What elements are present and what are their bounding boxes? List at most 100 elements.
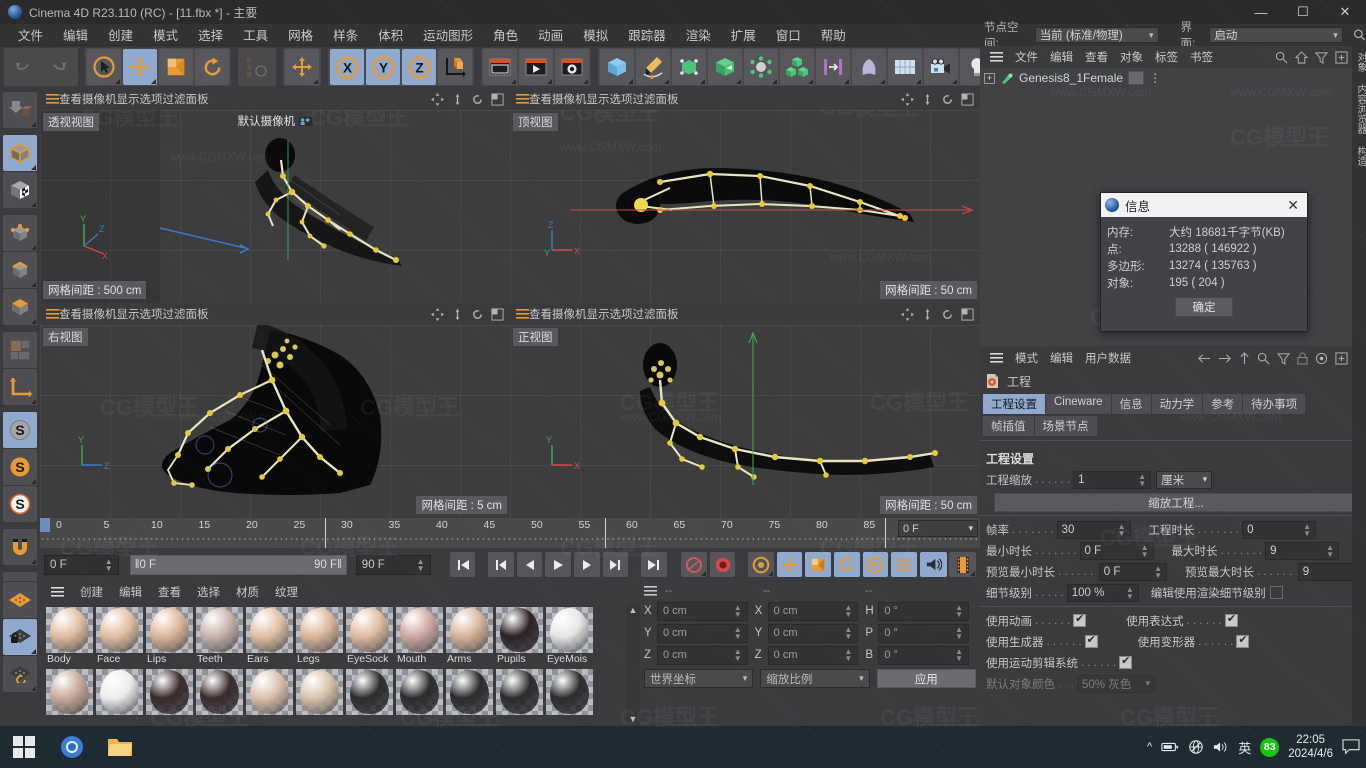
vp-menu-display[interactable]: 显示 xyxy=(587,91,610,107)
add-icon[interactable] xyxy=(1335,351,1348,365)
menu-item-1[interactable]: 编辑 xyxy=(53,23,98,46)
coord-value-field[interactable]: 0 cm ▲ ▼ xyxy=(767,645,859,665)
maximize-viewport-icon[interactable] xyxy=(491,307,504,321)
minimize-button[interactable]: — xyxy=(1240,0,1282,24)
nurbs-button[interactable] xyxy=(852,49,886,85)
render-settings-button[interactable] xyxy=(555,49,589,85)
menu-item-14[interactable]: 渲染 xyxy=(676,23,721,46)
pan-icon[interactable] xyxy=(431,307,444,321)
menu-item-12[interactable]: 模拟 xyxy=(573,23,618,46)
polygon-mode-button[interactable] xyxy=(3,289,37,325)
material-item[interactable]: Mouth xyxy=(396,607,443,666)
material-menu-5[interactable]: 纹理 xyxy=(268,583,305,601)
next-key-button[interactable] xyxy=(602,552,629,577)
tray-expand-icon[interactable]: ^ xyxy=(1147,741,1152,753)
coordinate-system-button[interactable] xyxy=(285,49,319,85)
psr-lock-button[interactable]: PSR xyxy=(240,49,274,85)
battery-percent-badge[interactable]: 83 xyxy=(1260,737,1280,757)
viewport-top-canvas[interactable]: Z X Y 顶视图 网格间距 : 50 cm xyxy=(510,110,980,303)
material-lock-icon[interactable] xyxy=(3,619,37,655)
hamburger-icon[interactable] xyxy=(984,51,1009,63)
menu-item-13[interactable]: 跟踪器 xyxy=(618,23,676,46)
battery-icon[interactable] xyxy=(1161,740,1179,754)
notifications-icon[interactable] xyxy=(1342,739,1360,755)
material-item[interactable]: EyeMois xyxy=(546,607,593,666)
key-selection-button[interactable] xyxy=(891,552,917,577)
model-mode-button[interactable] xyxy=(3,135,37,171)
coord-value-field[interactable]: 0 cm ▲ ▼ xyxy=(657,623,748,643)
play-button[interactable] xyxy=(545,552,572,577)
up-arrow-icon[interactable] xyxy=(1239,351,1250,365)
viewport-right[interactable]: 查看 摄像机 显示 选项 过滤 面板 Y Z 右视图 网格间距: 5 cm xyxy=(40,303,510,518)
menu-item-10[interactable]: 角色 xyxy=(483,23,528,46)
material-menu-0[interactable]: 创建 xyxy=(73,583,110,601)
material-item[interactable] xyxy=(96,669,143,715)
viewport-right-canvas[interactable]: Y Z 右视图 网格间距 : 5 cm xyxy=(40,325,510,518)
snap-settings-button[interactable]: S xyxy=(3,449,37,485)
hamburger-icon[interactable] xyxy=(44,586,71,598)
uv-mode-button[interactable] xyxy=(3,332,37,368)
spline-pen-button[interactable] xyxy=(636,49,670,85)
pan-icon[interactable] xyxy=(901,307,914,321)
hamburger-icon[interactable] xyxy=(516,309,529,319)
menu-item-11[interactable]: 动画 xyxy=(528,23,573,46)
mograph-button[interactable] xyxy=(816,49,850,85)
menu-item-2[interactable]: 创建 xyxy=(98,23,143,46)
x-axis-lock-button[interactable]: X xyxy=(330,49,364,85)
menu-item-0[interactable]: 文件 xyxy=(8,23,53,46)
scene-button[interactable] xyxy=(888,49,922,85)
object-menu-2[interactable]: 查看 xyxy=(1079,48,1114,66)
snap-quantize-button[interactable]: S xyxy=(3,486,37,522)
object-menu-4[interactable]: 标签 xyxy=(1149,48,1184,66)
render-to-picture-button[interactable] xyxy=(519,49,553,85)
z-axis-lock-button[interactable]: Z xyxy=(402,49,436,85)
check-box-2[interactable] xyxy=(1224,612,1238,627)
close-button[interactable]: ✕ xyxy=(1324,0,1366,24)
material-item[interactable]: Face xyxy=(96,607,143,666)
vp-menu-options[interactable]: 选项 xyxy=(140,91,163,107)
material-item[interactable] xyxy=(396,669,443,715)
axis-mode-button[interactable] xyxy=(3,369,37,405)
go-to-end-button[interactable] xyxy=(640,552,667,577)
taskbar-browser-icon[interactable] xyxy=(48,726,96,768)
hamburger-icon[interactable] xyxy=(516,94,529,104)
attribute-menu-1[interactable]: 编辑 xyxy=(1044,349,1079,367)
node-space-select[interactable]: 当前 (标准/物理) ▾ xyxy=(1034,27,1159,43)
search-icon[interactable] xyxy=(1275,51,1288,64)
menu-item-9[interactable]: 运动图形 xyxy=(413,23,483,46)
key-parameter-button[interactable]: P xyxy=(862,552,889,577)
viewport-perspective[interactable]: 查看 摄像机 显示 选项 过滤 面板 Y Z X 透视视图 默认摄像机 网格间距… xyxy=(40,88,510,303)
material-scrollbar[interactable]: ▲ ▼ xyxy=(626,603,640,726)
info-dialog-ok-button[interactable]: 确定 xyxy=(1175,297,1233,317)
key-position-button[interactable] xyxy=(776,552,803,577)
material-item[interactable]: Ears xyxy=(246,607,293,666)
field-input[interactable]: 0 F ▲ ▼ xyxy=(1098,562,1167,581)
attribute-menu-0[interactable]: 模式 xyxy=(1009,349,1044,367)
coord-value-field[interactable]: 0 cm ▲ ▼ xyxy=(657,645,748,665)
material-menu-1[interactable]: 编辑 xyxy=(112,583,149,601)
object-options-dots[interactable]: ⋮ xyxy=(1149,72,1161,84)
material-item[interactable]: Teeth xyxy=(196,607,243,666)
undo-button[interactable] xyxy=(6,49,40,85)
y-axis-lock-button[interactable]: Y xyxy=(366,49,400,85)
make-editable-button[interactable] xyxy=(3,92,37,128)
check-box[interactable] xyxy=(1073,612,1087,627)
object-menu-5[interactable]: 书签 xyxy=(1184,48,1219,66)
magnet-tool-button[interactable] xyxy=(3,529,37,565)
zoom-icon[interactable] xyxy=(451,308,464,321)
menu-item-3[interactable]: 模式 xyxy=(143,23,188,46)
texture-mode-button[interactable] xyxy=(3,172,37,208)
menu-item-8[interactable]: 体积 xyxy=(368,23,413,46)
home-icon[interactable] xyxy=(1295,50,1308,64)
sound-toggle-button[interactable] xyxy=(920,552,947,577)
volume-icon[interactable] xyxy=(1213,740,1229,754)
vp-menu-view[interactable]: 查看 xyxy=(59,91,82,107)
step-forward-button[interactable] xyxy=(574,552,600,577)
redo-button[interactable] xyxy=(42,49,76,85)
hamburger-icon[interactable] xyxy=(644,586,657,596)
coord-value-field[interactable]: 0 ° ▲ ▼ xyxy=(878,623,970,643)
material-grid-icon[interactable] xyxy=(3,582,37,618)
maximize-viewport-icon[interactable] xyxy=(961,307,974,321)
rotate-tool-button[interactable] xyxy=(195,49,229,85)
interface-select[interactable]: 启动 ▾ xyxy=(1209,27,1343,43)
